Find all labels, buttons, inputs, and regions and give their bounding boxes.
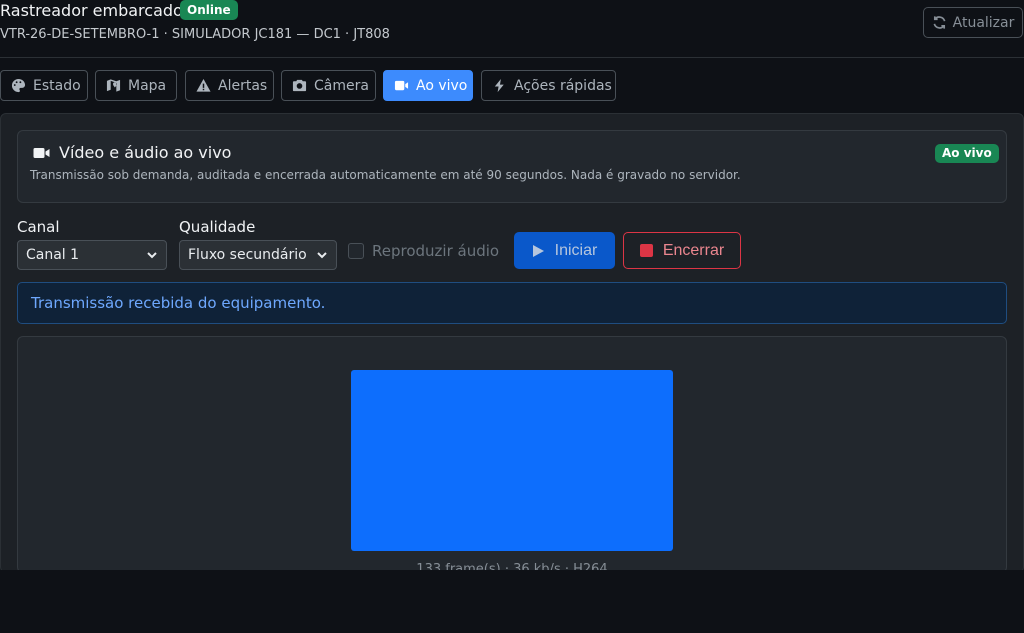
tab-estado[interactable]: Estado bbox=[0, 70, 88, 101]
map-pin-icon bbox=[106, 79, 121, 92]
camera-icon bbox=[292, 79, 307, 92]
video-camera-icon bbox=[33, 147, 50, 158]
play-icon bbox=[532, 244, 544, 257]
audio-label: Reproduzir áudio bbox=[372, 242, 500, 260]
tab-label: Ações rápidas bbox=[514, 77, 612, 94]
tab-label: Alertas bbox=[218, 77, 268, 94]
bottom-area bbox=[0, 570, 1024, 633]
stop-label: Encerrar bbox=[662, 241, 725, 259]
page-title: Rastreador embarcado bbox=[0, 1, 183, 20]
header: Rastreador embarcado Online VTR-26-DE-SE… bbox=[0, 0, 1024, 58]
refresh-button[interactable]: Atualizar bbox=[923, 7, 1023, 38]
refresh-label: Atualizar bbox=[952, 14, 1015, 31]
live-info-title: Vídeo e áudio ao vivo bbox=[33, 143, 231, 162]
quality-select[interactable]: Fluxo secundário bbox=[179, 240, 337, 270]
palette-icon bbox=[11, 78, 26, 93]
audio-checkbox[interactable] bbox=[348, 243, 364, 259]
chevron-down-icon bbox=[317, 252, 327, 259]
channel-value: Canal 1 bbox=[26, 247, 80, 263]
chevron-down-icon bbox=[147, 252, 157, 259]
video-camera-icon bbox=[394, 80, 409, 91]
audio-toggle[interactable]: Reproduzir áudio bbox=[348, 242, 499, 260]
stop-icon bbox=[639, 244, 653, 257]
lightning-icon bbox=[494, 78, 504, 93]
quality-label: Qualidade bbox=[179, 218, 256, 236]
device-subtitle: VTR-26-DE-SETEMBRO-1 · SIMULADOR JC181 —… bbox=[0, 27, 390, 42]
tab-mapa[interactable]: Mapa bbox=[95, 70, 177, 101]
tab-label: Câmera bbox=[314, 77, 369, 94]
tab-label: Mapa bbox=[128, 77, 167, 94]
tab-label: Estado bbox=[33, 77, 81, 94]
quality-value: Fluxo secundário bbox=[188, 247, 307, 263]
start-button[interactable]: Iniciar bbox=[514, 232, 615, 269]
tab-alertas[interactable]: Alertas bbox=[185, 70, 274, 101]
channel-select[interactable]: Canal 1 bbox=[17, 240, 167, 270]
tab-label: Ao vivo bbox=[416, 77, 468, 94]
stop-button[interactable]: Encerrar bbox=[623, 232, 741, 269]
start-label: Iniciar bbox=[554, 241, 598, 259]
page: Rastreador embarcado Online VTR-26-DE-SE… bbox=[0, 0, 1024, 633]
channel-label: Canal bbox=[17, 218, 60, 236]
tab-ao-vivo[interactable]: Ao vivo bbox=[383, 70, 473, 101]
alert-message: Transmissão recebida do equipamento. bbox=[31, 294, 326, 312]
video-player[interactable] bbox=[351, 370, 673, 551]
refresh-icon bbox=[933, 16, 946, 29]
live-card-title: Vídeo e áudio ao vivo bbox=[59, 143, 232, 162]
status-badge: Online bbox=[180, 0, 238, 20]
tab-camera[interactable]: Câmera bbox=[281, 70, 376, 101]
live-badge: Ao vivo bbox=[935, 144, 999, 163]
warning-icon bbox=[196, 78, 211, 92]
tab-acoes-rapidas[interactable]: Ações rápidas bbox=[481, 70, 616, 101]
status-alert: Transmissão recebida do equipamento. bbox=[17, 282, 1007, 324]
live-card-description: Transmissão sob demanda, auditada e ence… bbox=[30, 168, 741, 182]
live-info-card bbox=[17, 130, 1007, 203]
